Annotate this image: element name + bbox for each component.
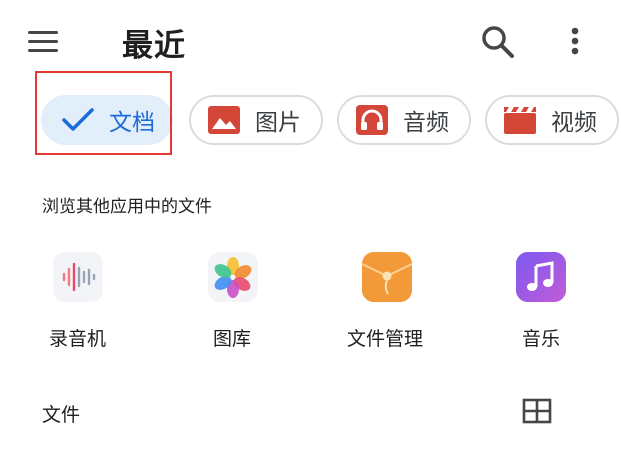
headphones-icon xyxy=(355,104,389,136)
grid-view-button[interactable] xyxy=(522,398,552,424)
chip-images[interactable]: 图片 xyxy=(189,95,323,145)
app-label: 音乐 xyxy=(522,328,561,350)
movie-clapper-icon xyxy=(503,105,537,135)
image-icon xyxy=(207,105,241,135)
grid-view-icon xyxy=(522,398,552,424)
chip-label: 音频 xyxy=(403,110,449,136)
top-app-bar: 最近 xyxy=(0,0,621,84)
music-icon xyxy=(516,252,566,302)
app-gallery[interactable]: 图库 xyxy=(175,252,295,352)
check-icon xyxy=(61,105,95,135)
search-button[interactable] xyxy=(478,22,518,62)
gallery-icon xyxy=(208,252,258,302)
app-label: 录音机 xyxy=(49,328,107,350)
app-label: 图库 xyxy=(213,328,252,350)
chip-documents[interactable]: 文档 xyxy=(41,95,173,145)
voice-recorder-icon xyxy=(53,252,103,302)
chip-label: 图片 xyxy=(255,110,301,136)
chip-audio[interactable]: 音频 xyxy=(337,95,471,145)
app-music[interactable]: 音乐 xyxy=(486,252,606,352)
category-chips: 文档 图片 音频 视频 xyxy=(0,92,621,152)
section-title: 浏览其他应用中的文件 xyxy=(42,197,212,217)
more-vert-icon xyxy=(571,27,579,55)
more-options-button[interactable] xyxy=(558,22,592,62)
files-section-title: 文件 xyxy=(42,404,81,426)
menu-button[interactable] xyxy=(28,24,68,58)
app-file-manager[interactable]: 文件管理 xyxy=(330,252,450,352)
app-label: 文件管理 xyxy=(347,328,424,350)
app-voice-recorder[interactable]: 录音机 xyxy=(20,252,140,352)
file-manager-icon xyxy=(361,252,413,302)
search-icon xyxy=(482,26,514,58)
chip-label: 文档 xyxy=(109,110,155,136)
page-title: 最近 xyxy=(122,28,186,64)
menu-icon xyxy=(28,30,58,34)
chip-video[interactable]: 视频 xyxy=(485,95,619,145)
chip-label: 视频 xyxy=(551,110,597,136)
